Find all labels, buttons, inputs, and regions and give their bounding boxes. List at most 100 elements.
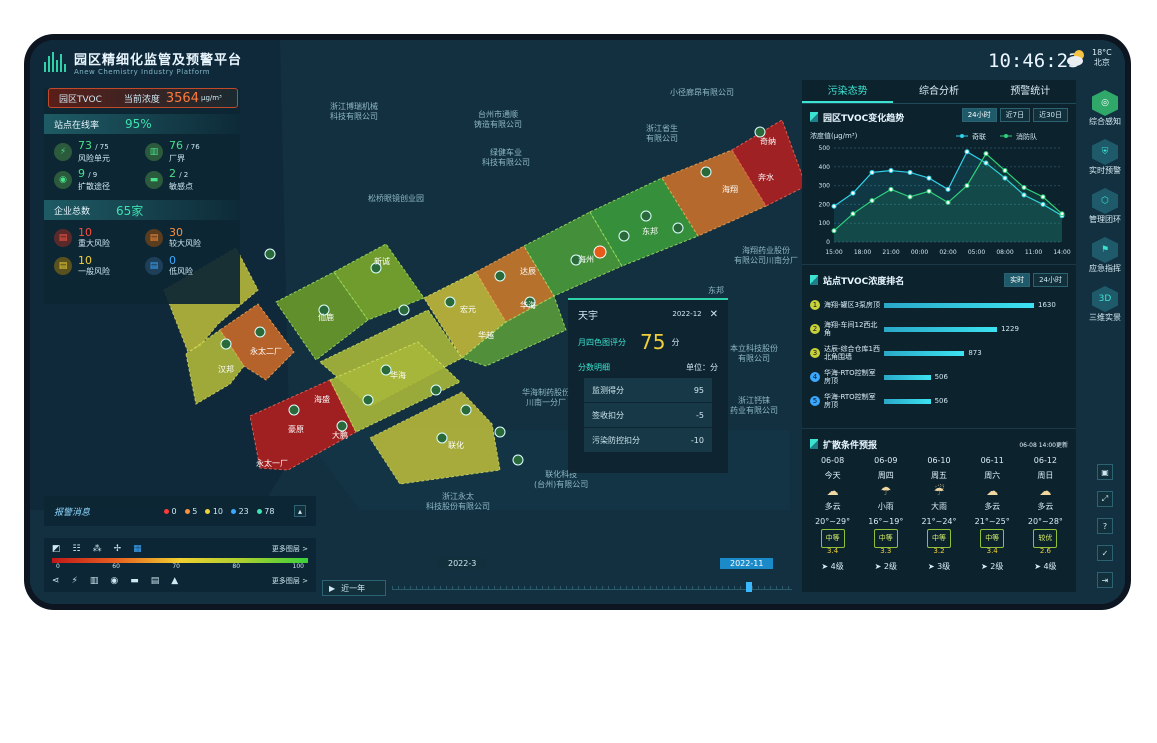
zone-label[interactable]: 华越 — [478, 330, 494, 341]
data-point[interactable] — [907, 194, 913, 200]
ranking-btn-realtime[interactable]: 实时 — [1004, 273, 1031, 287]
zone-label[interactable]: 豪原 — [288, 424, 304, 435]
zone-label[interactable]: 新诚 — [374, 256, 390, 267]
risk-item[interactable]: ▤ 30 较大风险 — [145, 226, 230, 250]
nav-item-3d[interactable]: 3D 三维实景 — [1089, 286, 1121, 323]
timeline-play-button[interactable]: ▶ 近一年 — [322, 580, 386, 596]
popup-score: 75 — [640, 330, 666, 354]
station-item[interactable]: ⚡ 73 / 75 风险单元 — [54, 140, 139, 164]
zone-label[interactable]: 永太一厂 — [256, 458, 288, 469]
trend-btn-7d[interactable]: 近7日 — [999, 108, 1031, 122]
more-layers-link-1[interactable]: 更多图层 > — [272, 544, 308, 554]
data-point[interactable] — [831, 203, 837, 209]
data-point[interactable] — [850, 211, 856, 217]
ranking-btn-24h[interactable]: 24小时 — [1033, 273, 1068, 287]
data-point[interactable] — [869, 198, 875, 204]
more-layers-link-2[interactable]: 更多图层 > — [272, 576, 308, 586]
layer-grid-icon[interactable]: ▦ — [133, 544, 142, 554]
data-point[interactable] — [945, 186, 951, 192]
ranking-row[interactable]: 5 华海-RTO控制室房顶 506 — [802, 389, 1076, 413]
timeline-handle[interactable] — [746, 582, 752, 592]
zone-label[interactable]: 东邦 — [642, 226, 658, 237]
zone-label[interactable]: 华海 — [520, 300, 536, 311]
zone-label[interactable]: 海翔 — [722, 184, 738, 195]
zone-label[interactable]: 联化 — [448, 440, 464, 451]
team-icon: ⬡ — [1092, 188, 1118, 214]
ranking-section: 站点TVOC浓度排名 实时 24小时 1 海翔-罐区3泵房顶 1630 2 海翔-车间1… — [802, 264, 1076, 428]
nav-item-perception[interactable]: ◎ 综合感知 — [1089, 90, 1121, 127]
trend-chart[interactable]: 浓度值(μg/m³) 奇联 消防队 0 100 200 300 400 500 15:00 18:0… — [806, 130, 1072, 262]
zone-label[interactable]: 仙鹿 — [318, 312, 334, 323]
help-icon[interactable]: ? — [1097, 518, 1113, 534]
data-point[interactable] — [926, 188, 932, 194]
zone-label[interactable]: 汉邦 — [218, 364, 234, 375]
data-point[interactable] — [888, 168, 894, 174]
lightning-icon[interactable]: ⚡ — [72, 576, 78, 586]
station-item[interactable]: ▥ 76 / 76 厂界 — [145, 140, 230, 164]
tab-pollution[interactable]: 污染态势 — [802, 80, 894, 103]
data-point[interactable] — [850, 190, 856, 196]
vehicle-icon[interactable]: ▬ — [130, 576, 139, 586]
expand-up-icon[interactable]: ▴ — [294, 505, 306, 517]
zone-label[interactable]: 大鹏 — [332, 430, 348, 441]
risk-item[interactable]: ▤ 10 一般风险 — [54, 254, 139, 278]
fullscreen-icon[interactable]: ⤢ — [1097, 491, 1113, 507]
ranking-row[interactable]: 2 海翔-车间12西北角 1229 — [802, 317, 1076, 341]
data-point[interactable] — [888, 186, 894, 192]
tab-analysis[interactable]: 综合分析 — [893, 80, 984, 103]
data-point[interactable] — [907, 169, 913, 175]
layer-spread-icon[interactable]: ✢ — [114, 544, 122, 554]
zone-label[interactable]: 永太二厂 — [250, 346, 282, 357]
tvoc-current-label: 当前浓度 — [123, 94, 160, 105]
logout-icon[interactable]: ⇥ — [1097, 572, 1113, 588]
nav-item-emergency[interactable]: ⚑ 应急指挥 — [1089, 237, 1121, 274]
data-point[interactable] — [926, 175, 932, 181]
share-icon[interactable]: ⋖ — [52, 576, 60, 586]
data-point[interactable] — [1040, 194, 1046, 200]
timeline-track[interactable] — [392, 586, 792, 590]
data-point[interactable] — [1002, 168, 1008, 174]
zone-label[interactable]: 宏元 — [460, 304, 476, 315]
factory-icon[interactable]: ▥ — [90, 576, 99, 586]
ranking-row[interactable]: 1 海翔-罐区3泵房顶 1630 — [802, 293, 1076, 317]
trend-btn-24h[interactable]: 24小时 — [961, 108, 997, 122]
signal-icon[interactable]: ◉ — [110, 576, 118, 586]
risk-item[interactable]: ▤ 10 重大风险 — [54, 226, 139, 250]
data-point[interactable] — [983, 151, 989, 157]
warning-icon[interactable]: ▲ — [171, 576, 178, 586]
zone-label[interactable]: 奔水 — [758, 172, 774, 183]
factory-icon: ▥ — [145, 143, 163, 161]
building-icon[interactable]: ▤ — [151, 576, 160, 586]
nav-item-warning[interactable]: ⛨ 实时预警 — [1089, 139, 1121, 176]
tab-warning-stats[interactable]: 预警统计 — [985, 80, 1076, 103]
check-icon[interactable]: ✓ — [1097, 545, 1113, 561]
data-point[interactable] — [1059, 211, 1065, 217]
zone-label[interactable]: 奇纳 — [760, 136, 776, 147]
layer-cluster-icon[interactable]: ⁂ — [93, 544, 102, 554]
zone-label[interactable]: 海州 — [578, 254, 594, 265]
data-point[interactable] — [964, 183, 970, 189]
zone-label[interactable]: 华海 — [390, 370, 406, 381]
trend-btn-30d[interactable]: 近30日 — [1033, 108, 1068, 122]
data-point[interactable] — [1021, 184, 1027, 190]
data-point[interactable] — [964, 149, 970, 155]
right-nav: ◎ 综合感知 ⛨ 实时预警 ⬡ 管理团环 ⚑ 应急指挥 3D 三维实景 — [1086, 90, 1124, 323]
layer-list-icon[interactable]: ☷ — [73, 544, 81, 554]
briefcase-icon[interactable]: ▣ — [1097, 464, 1113, 480]
ranking-row[interactable]: 3 达辰-综合仓库1西北角围墙 873 — [802, 341, 1076, 365]
app-subtitle: Anew Chemistry Industry Platform — [74, 67, 211, 76]
ranking-row[interactable]: 4 华海-RTO控制室房顶 506 — [802, 365, 1076, 389]
data-point[interactable] — [831, 228, 837, 234]
risk-item[interactable]: ▤ 0 低风险 — [145, 254, 230, 278]
data-point[interactable] — [945, 200, 951, 206]
station-item[interactable]: ▬ 2 / 2 敏感点 — [145, 168, 230, 192]
station-item[interactable]: ◉ 9 / 9 扩散途径 — [54, 168, 139, 192]
close-icon[interactable]: ✕ — [710, 309, 718, 320]
nav-item-management[interactable]: ⬡ 管理团环 — [1089, 188, 1121, 225]
data-point[interactable] — [869, 169, 875, 175]
section-marker-icon — [810, 112, 818, 122]
zone-label[interactable]: 海盛 — [314, 394, 330, 405]
layer-select-icon[interactable]: ◩ — [52, 544, 61, 554]
zone-label[interactable]: 达辰 — [520, 266, 536, 277]
legend-dot — [960, 134, 964, 138]
